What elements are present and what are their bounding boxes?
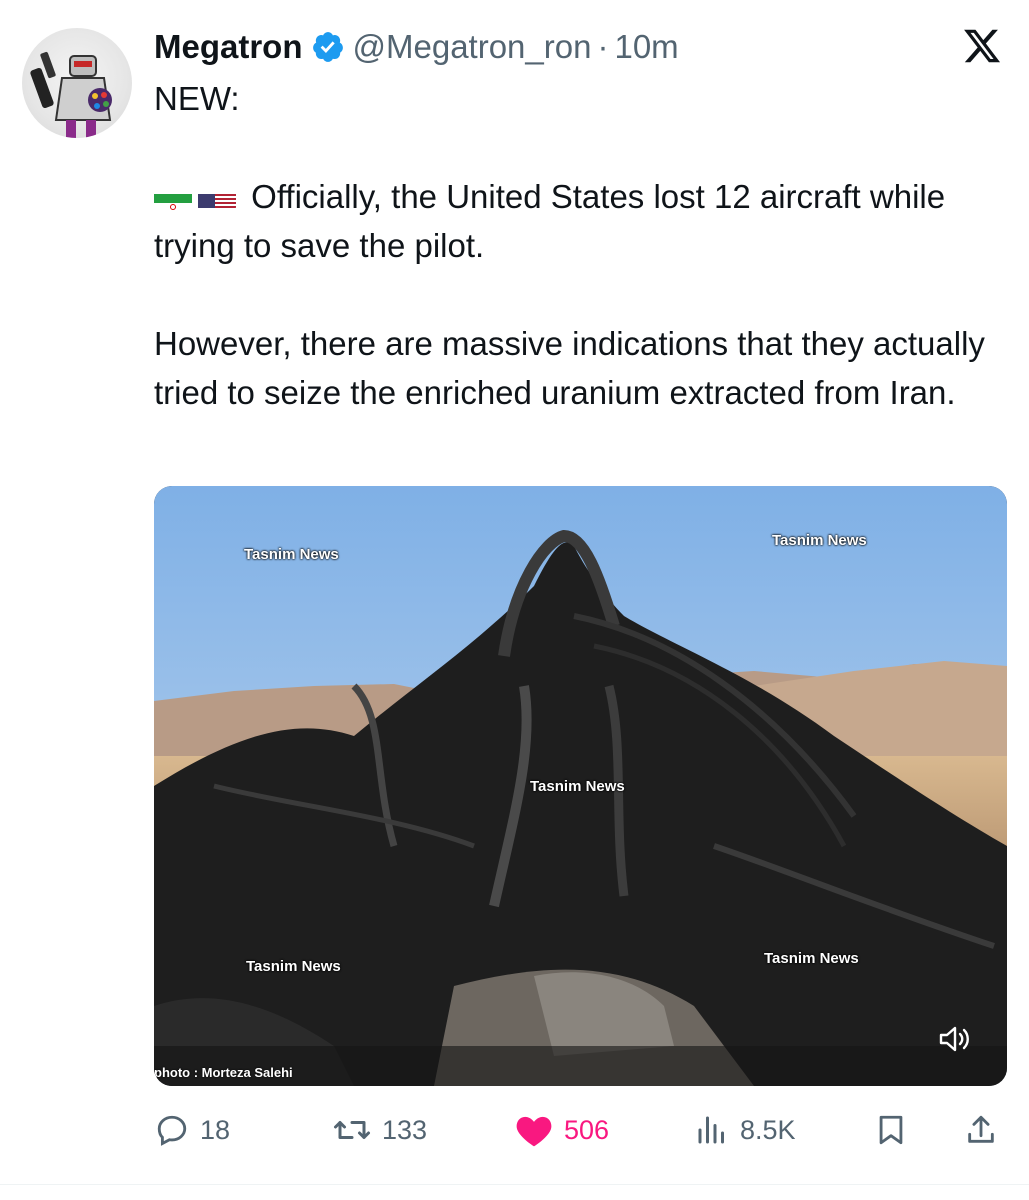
- like-count: 506: [564, 1114, 610, 1145]
- post-text: NEW: Officially, the United States lost …: [154, 74, 1004, 417]
- post-line-new: NEW:: [154, 80, 240, 117]
- post-paragraph-1: Officially, the United States lost 12 ai…: [154, 172, 1004, 270]
- post-actions-bar: 18 133 506 8.5K: [154, 1108, 1007, 1152]
- reply-count: 18: [200, 1114, 231, 1145]
- watermark: Tasnim News: [764, 950, 859, 967]
- sound-muted-icon[interactable]: [937, 1024, 971, 1054]
- share-button[interactable]: [964, 1108, 1008, 1152]
- iran-flag-icon: [154, 184, 192, 210]
- us-flag-icon: [198, 184, 236, 210]
- photo-credit: photo : Morteza Salehi: [154, 1065, 293, 1080]
- watermark: Tasnim News: [530, 778, 625, 795]
- views-button[interactable]: 8.5K: [694, 1108, 796, 1152]
- reply-button[interactable]: 18: [154, 1108, 230, 1152]
- avatar[interactable]: [22, 28, 132, 138]
- author-handle[interactable]: @Megatron_ron: [353, 28, 592, 66]
- paragraph-1-text: Officially, the United States lost 12 ai…: [154, 178, 946, 264]
- views-chart-icon: [698, 1116, 724, 1144]
- watermark: Tasnim News: [772, 532, 867, 549]
- post-paragraph-2: However, there are massive indications t…: [154, 325, 985, 411]
- bookmark-icon: [879, 1115, 903, 1145]
- heart-filled-icon: [516, 1116, 552, 1147]
- bottom-divider: [0, 1184, 1029, 1185]
- share-icon: [968, 1115, 994, 1143]
- author-name[interactable]: Megatron: [154, 28, 303, 66]
- watermark: Tasnim News: [244, 546, 339, 563]
- views-count: 8.5K: [740, 1114, 796, 1145]
- post-video[interactable]: Tasnim News Tasnim News Tasnim News Tasn…: [154, 486, 1007, 1086]
- post-timestamp[interactable]: 10m: [614, 28, 678, 66]
- like-button[interactable]: 506: [514, 1108, 609, 1152]
- bookmark-button[interactable]: [874, 1108, 918, 1152]
- repost-icon: [334, 1121, 370, 1139]
- post-header: Megatron @Megatron_ron · 10m: [154, 22, 679, 72]
- reply-icon: [157, 1115, 187, 1146]
- separator-dot: ·: [597, 28, 609, 65]
- megatron-avatar-image: [30, 51, 112, 138]
- repost-button[interactable]: 133: [332, 1108, 427, 1152]
- x-logo-icon[interactable]: [961, 26, 1003, 66]
- verified-badge-icon[interactable]: [311, 30, 345, 64]
- repost-count: 133: [382, 1114, 428, 1145]
- watermark: Tasnim News: [246, 958, 341, 975]
